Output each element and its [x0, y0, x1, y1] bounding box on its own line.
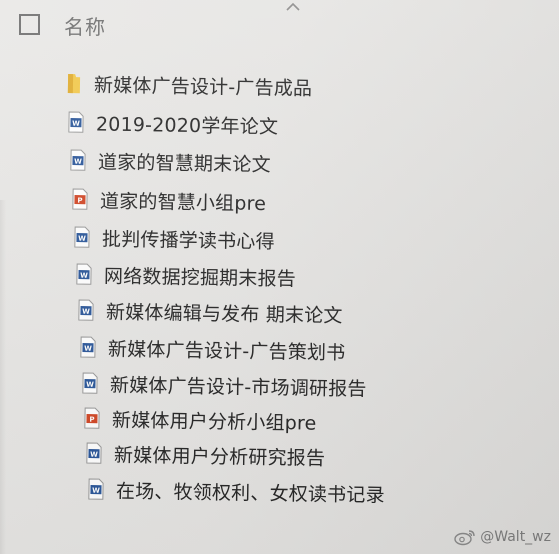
svg-text:W: W: [78, 235, 86, 243]
svg-text:W: W: [72, 120, 80, 128]
word-document-icon: W: [78, 299, 94, 321]
file-explorer: 名称 新媒体广告设计-广告成品 W 2019-2020学年论文 W 道家的智慧期…: [0, 0, 559, 554]
list-header: 名称: [0, 0, 559, 50]
file-name: 在场、牧领权利、女权读书记录: [115, 479, 385, 507]
powerpoint-document-icon: P: [72, 188, 88, 210]
file-name: 新媒体用户分析小组pre: [111, 408, 317, 435]
file-row-5[interactable]: W 网络数据挖掘期末报告: [76, 259, 296, 292]
word-document-icon: W: [80, 336, 96, 358]
file-row-4[interactable]: W 批判传播学读书心得: [74, 222, 275, 255]
file-row-2[interactable]: W 道家的智慧期末论文: [70, 145, 271, 178]
file-name: 新媒体用户分析研究报告: [113, 443, 326, 470]
file-row-8[interactable]: W 新媒体广告设计-市场调研报告: [82, 368, 367, 402]
select-all-checkbox[interactable]: [19, 14, 40, 35]
weibo-logo-icon: [454, 530, 475, 546]
word-document-icon: W: [68, 111, 84, 133]
file-row-3[interactable]: P 道家的智慧小组pre: [72, 184, 267, 217]
svg-text:W: W: [80, 272, 88, 280]
weibo-watermark: @Walt_wz: [454, 528, 551, 546]
word-document-icon: W: [86, 442, 102, 464]
file-row-9[interactable]: P 新媒体用户分析小组pre: [84, 403, 317, 437]
file-name: 新媒体编辑与发布 期末论文: [105, 300, 343, 327]
svg-text:W: W: [86, 381, 94, 389]
svg-text:W: W: [92, 487, 100, 495]
svg-text:W: W: [90, 451, 98, 459]
file-name: 新媒体广告设计-广告策划书: [107, 337, 346, 364]
word-document-icon: W: [74, 226, 90, 248]
name-column-header[interactable]: 名称: [64, 11, 106, 40]
watermark-text: @Walt_wz: [480, 529, 551, 545]
svg-text:P: P: [77, 197, 82, 205]
file-name: 道家的智慧小组pre: [99, 189, 267, 215]
file-name: 网络数据挖掘期末报告: [103, 264, 297, 290]
file-row-10[interactable]: W 新媒体用户分析研究报告: [86, 438, 326, 472]
file-name: 2019-2020学年论文: [95, 112, 279, 138]
photo-edge-shadow: [0, 200, 6, 554]
file-row-7[interactable]: W 新媒体广告设计-广告策划书: [80, 332, 346, 366]
word-document-icon: W: [76, 263, 92, 285]
file-name: 批判传播学读书心得: [101, 227, 275, 253]
folder-icon: [67, 74, 81, 94]
svg-text:W: W: [74, 158, 82, 166]
word-document-icon: W: [82, 372, 98, 394]
file-row-6[interactable]: W 新媒体编辑与发布 期末论文: [78, 295, 343, 329]
file-name: 新媒体广告设计-广告成品: [93, 73, 313, 100]
powerpoint-document-icon: P: [84, 407, 100, 429]
svg-text:W: W: [82, 308, 90, 316]
file-row-0[interactable]: 新媒体广告设计-广告成品: [66, 68, 313, 102]
word-document-icon: W: [70, 149, 86, 171]
svg-text:P: P: [89, 416, 94, 424]
file-row-1[interactable]: W 2019-2020学年论文: [68, 107, 279, 140]
svg-text:W: W: [84, 345, 92, 353]
sort-ascending-icon[interactable]: [284, 0, 302, 12]
file-name: 新媒体广告设计-市场调研报告: [109, 373, 367, 400]
word-document-icon: W: [88, 478, 104, 500]
file-name: 道家的智慧期末论文: [97, 150, 271, 176]
file-row-11[interactable]: W 在场、牧领权利、女权读书记录: [88, 474, 385, 509]
